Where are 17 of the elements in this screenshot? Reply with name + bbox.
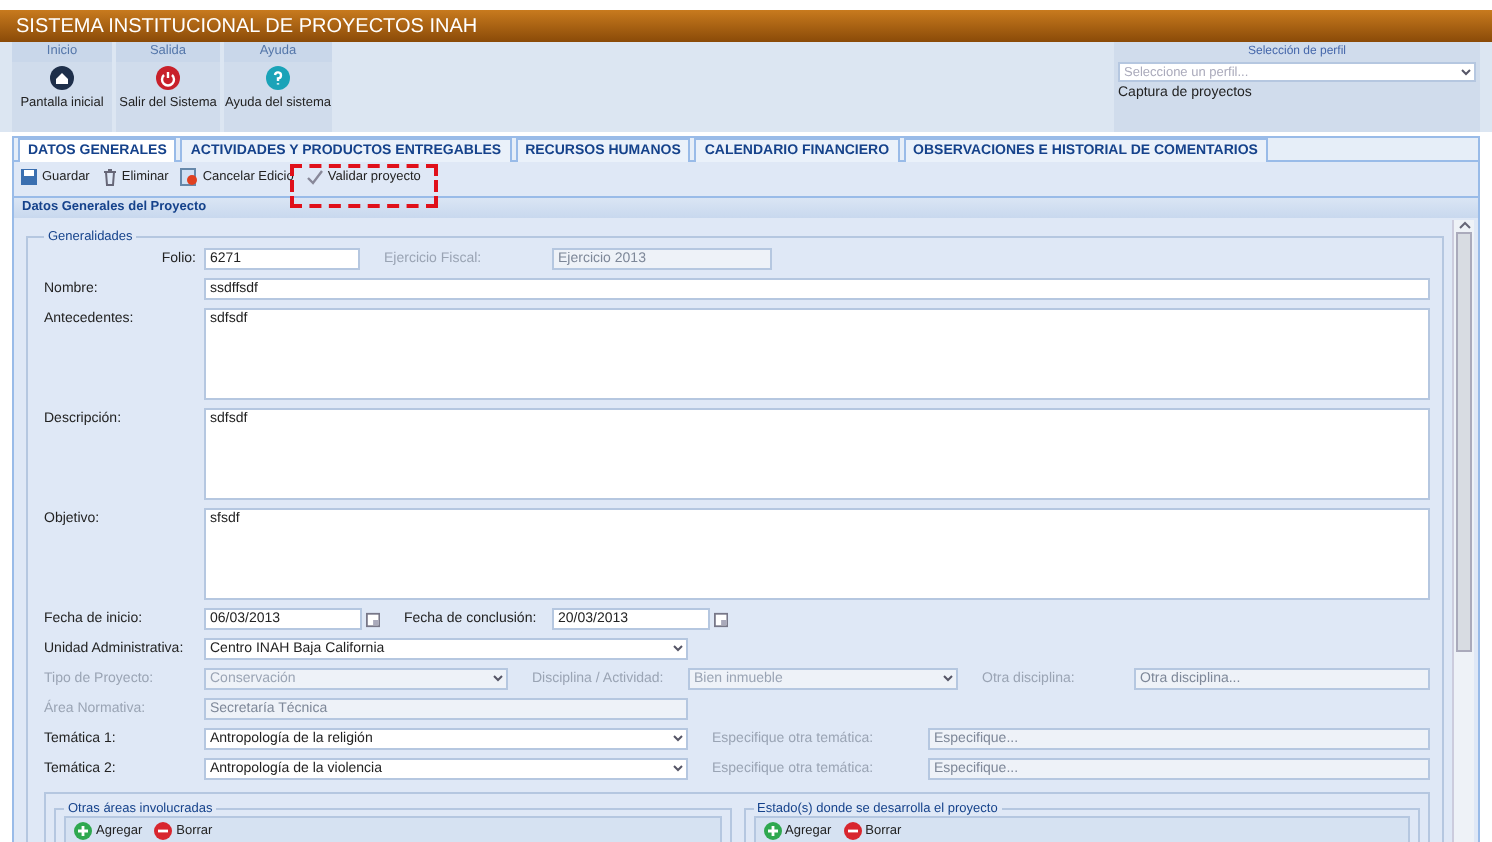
home-icon bbox=[50, 66, 74, 90]
add-icon bbox=[74, 822, 92, 840]
calendar-icon[interactable] bbox=[713, 611, 728, 627]
add-icon bbox=[763, 822, 781, 840]
scroll-up-icon[interactable] bbox=[1457, 220, 1471, 232]
scrollbar[interactable] bbox=[1452, 220, 1474, 842]
caret-icon bbox=[1458, 63, 1474, 81]
calendar-icon[interactable] bbox=[365, 611, 380, 627]
remove-icon bbox=[843, 822, 862, 840]
scroll-thumb[interactable] bbox=[1456, 232, 1472, 652]
remove-icon bbox=[154, 822, 173, 840]
app-title: SISTEMA INSTITUCIONAL DE PROYECTOS INAH bbox=[16, 15, 478, 37]
checkmark-icon bbox=[305, 168, 324, 186]
help-icon bbox=[266, 66, 290, 90]
trash-icon bbox=[101, 168, 118, 186]
exit-icon bbox=[156, 66, 180, 90]
cancel-edit-icon bbox=[180, 168, 199, 186]
